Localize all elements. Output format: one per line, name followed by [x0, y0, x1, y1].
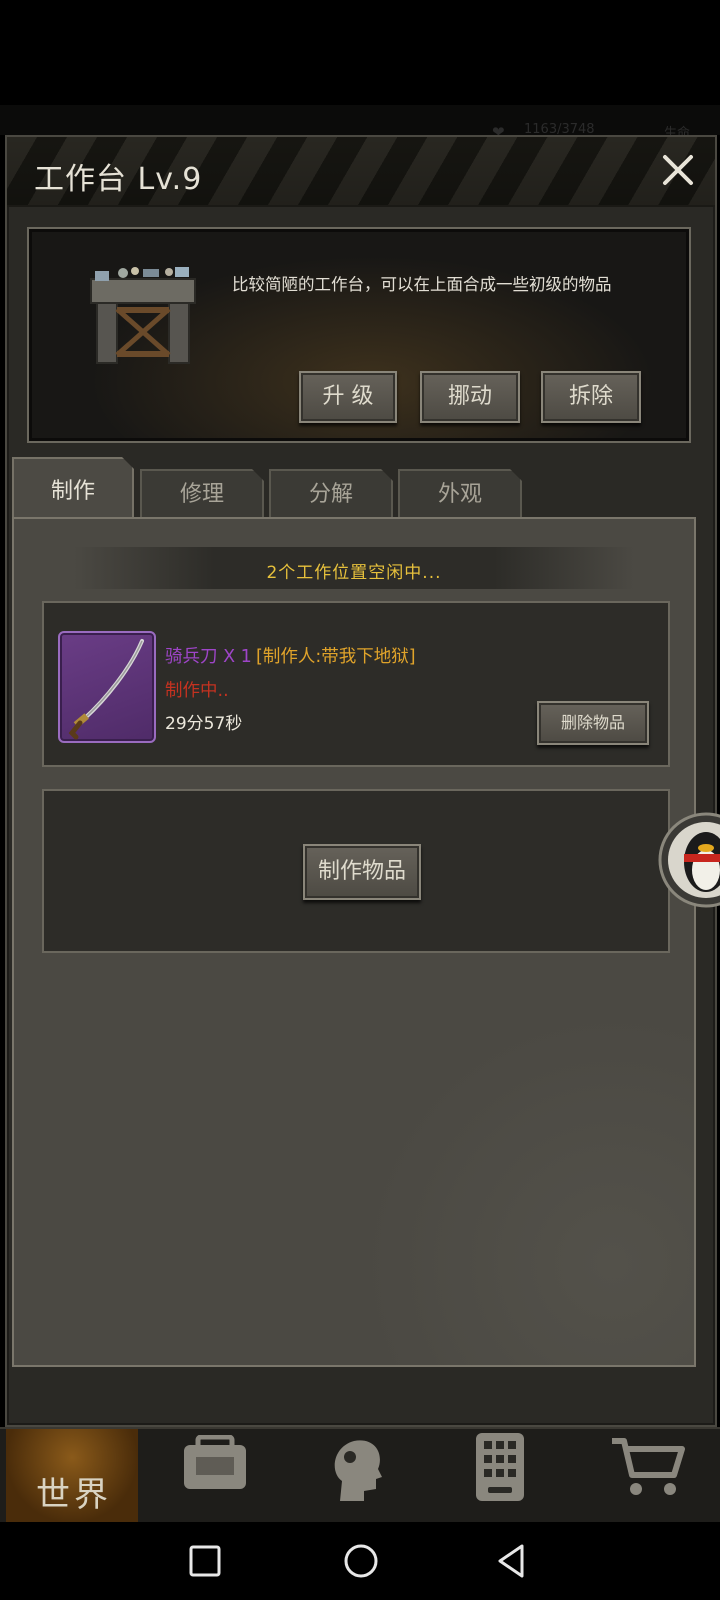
- nav-world[interactable]: 世界: [6, 1429, 138, 1524]
- item-status: 制作中..: [165, 681, 229, 701]
- workbench-icon: [85, 259, 205, 369]
- craft-item-button[interactable]: 制作物品: [303, 844, 421, 900]
- back-triangle-icon: [498, 1544, 524, 1578]
- floating-qq-button[interactable]: [658, 812, 720, 908]
- nav-phone[interactable]: [470, 1431, 530, 1503]
- item-timer: 29分57秒: [165, 714, 243, 734]
- nav-world-label: 世界: [36, 1475, 112, 1515]
- upgrade-button[interactable]: 升 级: [299, 371, 397, 423]
- bottom-nav: 世界: [0, 1427, 720, 1524]
- move-button[interactable]: 挪动: [420, 371, 520, 423]
- home-button[interactable]: [342, 1542, 380, 1580]
- square-icon: [189, 1545, 221, 1577]
- craft-queue-item: 骑兵刀 X 1 [制作人:带我下地狱] 制作中.. 29分57秒 删除物品: [42, 601, 670, 767]
- phone-icon: [476, 1433, 524, 1501]
- craft-panel: 2个工作位置空闲中... 骑兵刀 X 1 [制作人:带我下地狱] 制作中.. 2…: [12, 517, 696, 1367]
- item-maker: [制作人:带我下地狱]: [256, 647, 416, 667]
- backpack-icon: [184, 1434, 246, 1489]
- tab-appearance[interactable]: 外观: [398, 469, 522, 517]
- nav-skills[interactable]: [320, 1433, 390, 1503]
- workbench-window: 工作台 Lv.9 比较简陋的工作台，可以在上面合成一些初级的物品 升 级 挪动 …: [5, 135, 717, 1427]
- item-name: 骑兵刀 X 1: [165, 647, 252, 667]
- title-bar: 工作台 Lv.9: [7, 137, 715, 207]
- recent-apps-button[interactable]: [188, 1544, 222, 1578]
- penguin-icon: [658, 812, 720, 908]
- dismantle-button[interactable]: 拆除: [541, 371, 641, 423]
- delete-item-button[interactable]: 删除物品: [537, 701, 649, 745]
- hud-strip: [0, 105, 720, 135]
- workbench-info-box: 比较简陋的工作台，可以在上面合成一些初级的物品 升 级 挪动 拆除: [27, 227, 691, 443]
- slots-status: 2个工作位置空闲中...: [266, 563, 442, 583]
- workbench-description: 比较简陋的工作台，可以在上面合成一些初级的物品: [232, 275, 612, 294]
- nav-backpack[interactable]: [176, 1434, 254, 1495]
- tab-craft[interactable]: 制作: [12, 457, 134, 519]
- nav-shop[interactable]: [608, 1435, 688, 1501]
- back-button[interactable]: [494, 1542, 528, 1580]
- item-icon-frame[interactable]: [58, 631, 156, 743]
- close-button[interactable]: [657, 149, 699, 191]
- tab-disassemble[interactable]: 分解: [269, 469, 393, 517]
- system-nav-bar: [0, 1522, 720, 1600]
- saber-icon: [68, 639, 144, 740]
- empty-craft-slot: 制作物品: [42, 789, 670, 953]
- slots-banner: 2个工作位置空闲中...: [74, 547, 634, 589]
- circle-icon: [344, 1544, 378, 1578]
- shop-cart-icon: [612, 1438, 685, 1495]
- skills-head-icon: [334, 1440, 382, 1501]
- tab-repair[interactable]: 修理: [140, 469, 264, 517]
- close-icon: [663, 155, 693, 185]
- window-title: 工作台 Lv.9: [34, 162, 203, 197]
